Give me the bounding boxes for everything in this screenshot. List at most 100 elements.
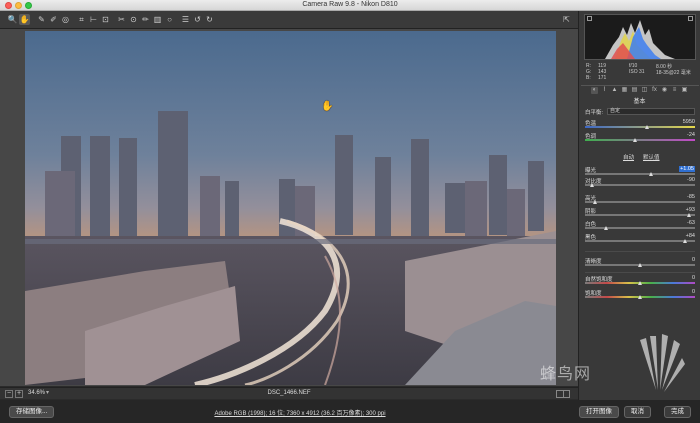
preferences-icon[interactable]: ☰ (180, 14, 191, 25)
vibrance-slider[interactable] (638, 281, 642, 285)
panel-title: 基本 (633, 99, 646, 105)
contrast-track[interactable] (585, 184, 695, 186)
vibrance-value[interactable]: 0 (692, 275, 695, 281)
targeted-adjustment-tool-icon[interactable]: ◎ (60, 14, 71, 25)
crop-tool-icon[interactable]: ⌗ (76, 14, 87, 25)
saturation-slider[interactable] (638, 295, 642, 299)
saturation-row: 饱和度 0 (585, 289, 695, 301)
exposure-track[interactable] (585, 173, 695, 175)
vibrance-row: 自然饱和度 0 (585, 275, 695, 287)
highlights-track[interactable] (585, 201, 695, 203)
saturation-value[interactable]: 0 (692, 289, 695, 295)
blacks-value[interactable]: +84 (686, 233, 695, 239)
done-button[interactable]: 完成 (664, 406, 691, 418)
hand-cursor-icon: ✋ (321, 101, 334, 112)
rotate-ccw-icon[interactable]: ↺ (192, 14, 203, 25)
white-balance-label: 白平衡: (585, 110, 604, 116)
camera-raw-window: Camera Raw 9.8 - Nikon D810 ⇱ 🔍 ✋ ✎ ✐ ◎ ⌗ ⊢ ⊡ ✂ ⊙… (0, 0, 700, 423)
shadow-clipping-warning[interactable] (587, 16, 592, 21)
filename: DSC_1466.NEF (267, 390, 311, 396)
status-bar: − + 34.6% ▾ DSC_1466.NEF (0, 387, 578, 399)
camera-info: R: 119 G: 143 B: 171 f/10 8.00 秒 ISO 31 … (584, 63, 696, 81)
photo-preview[interactable]: ✋ (25, 31, 556, 385)
panel-divider (585, 272, 695, 273)
temperature-track[interactable] (585, 126, 695, 128)
basic-tab-icon[interactable]: ◐ (591, 87, 598, 94)
shadows-row: 阴影 +93 (585, 207, 695, 219)
blacks-slider[interactable] (682, 239, 687, 243)
before-after-icon[interactable] (556, 390, 570, 398)
detail-tab-icon[interactable]: ▲ (611, 87, 618, 94)
tint-slider[interactable] (632, 138, 637, 142)
panel-tabs: ◐ ⌇ ▲ ▦ ▤ ◫ fx ◉ ≡ ▣ (581, 85, 699, 94)
tint-value[interactable]: -24 (687, 132, 695, 138)
open-image-button[interactable]: 打开图像 (579, 406, 619, 418)
white-balance-tool-icon[interactable]: ✎ (36, 14, 47, 25)
temperature-value[interactable]: 5950 (683, 119, 695, 125)
hsl-tab-icon[interactable]: ▦ (621, 87, 628, 94)
auto-default-row: 自动 默认值 (585, 153, 695, 165)
lens-tab-icon[interactable]: ◫ (641, 87, 648, 94)
exposure-value[interactable]: +1.05 (679, 166, 695, 172)
clarity-value[interactable]: 0 (692, 257, 695, 263)
straighten-tool-icon[interactable]: ⊢ (88, 14, 99, 25)
default-link[interactable]: 默认值 (643, 153, 660, 161)
highlight-clipping-warning[interactable] (688, 16, 693, 21)
bottom-bar: 存储图像... Adobe RGB (1998); 16 位; 7360 x 4… (0, 400, 700, 423)
contrast-value[interactable]: -90 (687, 177, 695, 183)
b-value: 171 (598, 75, 607, 81)
highlights-slider[interactable] (593, 200, 598, 204)
blacks-track[interactable] (585, 240, 695, 242)
temperature-row: 色温 5950 (585, 119, 695, 131)
contrast-row: 对比度 -90 (585, 177, 695, 189)
cityscape-image (25, 31, 556, 385)
spot-removal-tool-icon[interactable]: ✂ (116, 14, 127, 25)
split-toning-tab-icon[interactable]: ▤ (631, 87, 638, 94)
hand-tool-icon[interactable]: ✋ (19, 14, 30, 25)
contrast-slider[interactable] (590, 183, 595, 187)
transform-tool-icon[interactable]: ⊡ (100, 14, 111, 25)
title-bar: Camera Raw 9.8 - Nikon D810 (0, 0, 700, 11)
shadows-track[interactable] (585, 214, 695, 216)
focal-length: 18-35@22 毫米 (656, 70, 691, 76)
window-title: Camera Raw 9.8 - Nikon D810 (302, 1, 398, 8)
white-balance-select[interactable]: 自定 (607, 108, 695, 115)
rotate-cw-icon[interactable]: ↻ (204, 14, 215, 25)
iso: ISO 31 (629, 69, 645, 75)
b-label: B: (586, 75, 591, 81)
shadows-slider[interactable] (686, 213, 691, 217)
toolbar: ⇱ 🔍 ✋ ✎ ✐ ◎ ⌗ ⊢ ⊡ ✂ ⊙ ✏ ▥ ○ ☰ ↺ ↻ (0, 11, 578, 29)
whites-row: 白色 -63 (585, 220, 695, 232)
histogram-graph (605, 20, 675, 59)
watermark-logo-icon (640, 334, 685, 392)
highlights-row: 高光 -85 (585, 194, 695, 206)
tint-track[interactable] (585, 139, 695, 141)
effects-tab-icon[interactable]: fx (651, 87, 658, 94)
camera-calibration-tab-icon[interactable]: ◉ (661, 87, 668, 94)
radial-filter-tool-icon[interactable]: ○ (164, 14, 175, 25)
watermark-text: 蜂鸟网 (540, 366, 592, 383)
presets-tab-icon[interactable]: ≡ (671, 87, 678, 94)
adjustment-brush-tool-icon[interactable]: ✏ (140, 14, 151, 25)
workflow-options-link[interactable]: Adobe RGB (1998); 16 位; 7360 x 4912 (36.… (0, 408, 600, 417)
auto-link[interactable]: 自动 (623, 153, 634, 161)
whites-slider[interactable] (604, 226, 609, 230)
blacks-row: 黑色 +84 (585, 233, 695, 245)
exposure-slider[interactable] (648, 172, 653, 176)
highlights-value[interactable]: -85 (687, 194, 695, 200)
whites-value[interactable]: -63 (687, 220, 695, 226)
tone-curve-tab-icon[interactable]: ⌇ (601, 87, 608, 94)
clarity-row: 清晰度 0 (585, 257, 695, 269)
clarity-slider[interactable] (638, 263, 642, 267)
open-preferences-icon[interactable]: ⇱ (561, 14, 572, 25)
whites-track[interactable] (585, 227, 695, 229)
zoom-tool-icon[interactable]: 🔍 (7, 14, 18, 25)
cancel-button[interactable]: 取消 (624, 406, 651, 418)
histogram (584, 14, 696, 60)
snapshots-tab-icon[interactable]: ▣ (681, 87, 688, 94)
color-sampler-tool-icon[interactable]: ✐ (48, 14, 59, 25)
graduated-filter-tool-icon[interactable]: ▥ (152, 14, 163, 25)
red-eye-tool-icon[interactable]: ⊙ (128, 14, 139, 25)
tint-row: 色调 -24 (585, 132, 695, 144)
temperature-slider[interactable] (645, 125, 650, 129)
